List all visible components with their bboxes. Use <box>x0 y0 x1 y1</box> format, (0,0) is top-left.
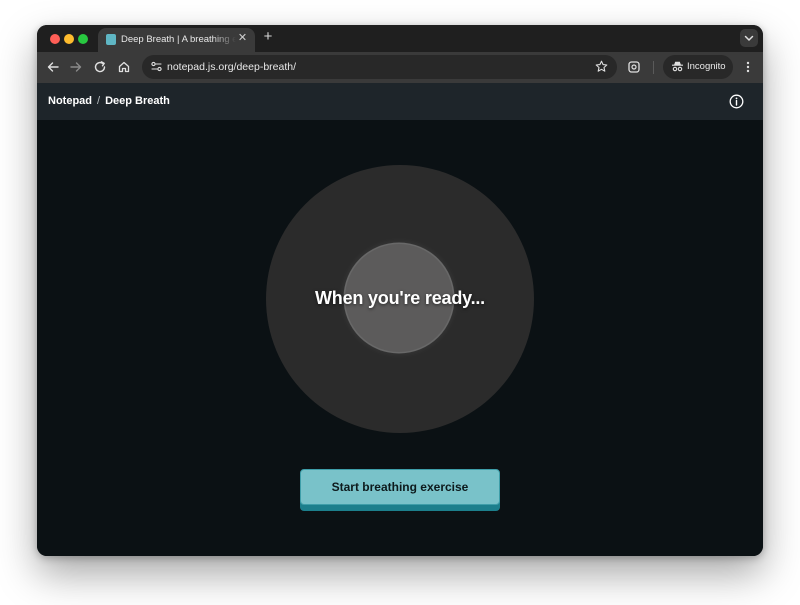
tab-search-button[interactable] <box>740 29 758 47</box>
info-icon[interactable] <box>729 94 744 109</box>
more-menu-icon[interactable] <box>741 60 755 74</box>
breathing-exercise-panel: When you're ready... Start breathing exe… <box>37 120 763 556</box>
home-icon[interactable] <box>117 60 131 74</box>
close-window-button[interactable] <box>50 34 60 44</box>
chevron-down-icon <box>744 35 754 41</box>
app-header: Notepad / Deep Breath <box>37 83 763 120</box>
back-arrow-icon[interactable] <box>46 60 60 74</box>
favicon-icon <box>106 34 116 45</box>
tab-title: Deep Breath | A breathing exercise <box>121 34 236 45</box>
lens-icon[interactable] <box>627 60 641 74</box>
breath-prompt: When you're ready... <box>315 288 485 308</box>
close-icon[interactable]: ✕ <box>236 32 249 45</box>
forward-arrow-icon[interactable] <box>69 60 83 74</box>
browser-toolbar: notepad.js.org/deep-breath/ Incognito <box>37 52 763 83</box>
active-tab[interactable]: Deep Breath | A breathing exercise ✕ <box>98 28 255 52</box>
tab-strip: Deep Breath | A breathing exercise ✕ + <box>37 25 763 52</box>
breadcrumb-separator: / <box>97 95 101 107</box>
breadcrumb: Notepad / Deep Breath <box>48 94 170 108</box>
incognito-icon <box>672 61 683 72</box>
breadcrumb-root-link[interactable]: Notepad <box>48 95 92 107</box>
url-text[interactable]: notepad.js.org/deep-breath/ <box>167 60 296 74</box>
incognito-label: Incognito <box>687 61 726 72</box>
reload-icon[interactable] <box>93 60 107 74</box>
incognito-badge[interactable]: Incognito <box>663 55 733 79</box>
star-icon[interactable] <box>595 60 608 73</box>
plus-icon[interactable]: + <box>261 29 275 45</box>
breadcrumb-current: Deep Breath <box>105 95 170 107</box>
toolbar-divider <box>653 61 654 74</box>
address-bar[interactable]: notepad.js.org/deep-breath/ <box>142 55 617 79</box>
site-settings-icon[interactable] <box>150 60 163 73</box>
browser-window: Deep Breath | A breathing exercise ✕ + <box>37 25 763 556</box>
maximize-window-button[interactable] <box>78 34 88 44</box>
start-breathing-button[interactable]: Start breathing exercise <box>300 469 500 505</box>
minimize-window-button[interactable] <box>64 34 74 44</box>
